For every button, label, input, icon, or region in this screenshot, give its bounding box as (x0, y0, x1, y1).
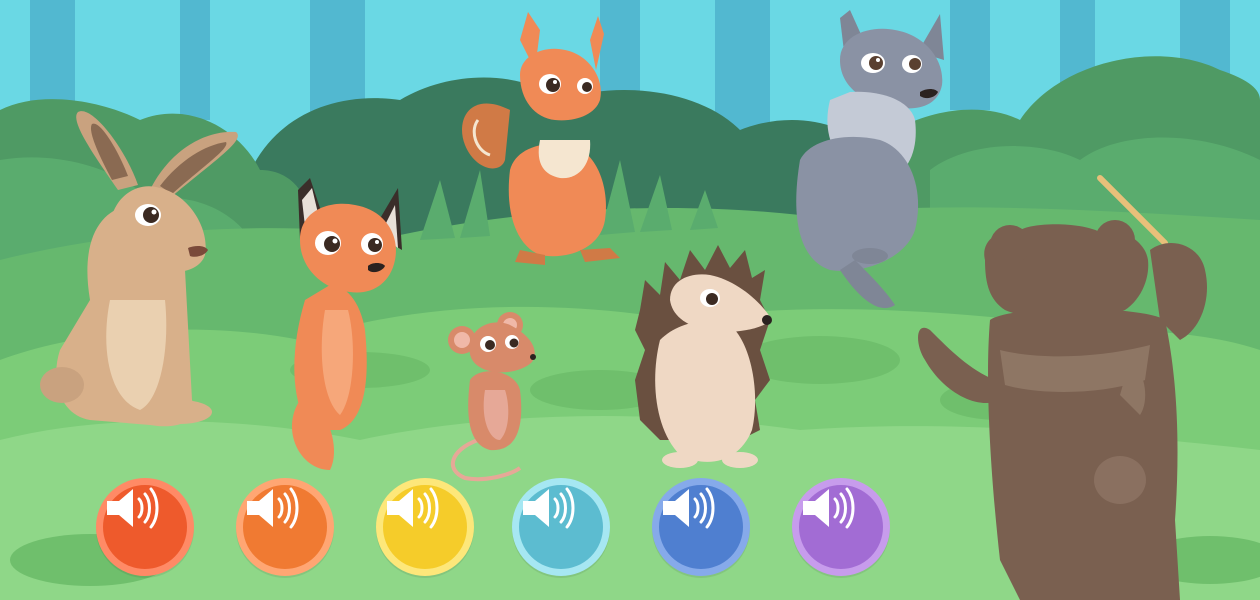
sound-button-hare[interactable] (96, 478, 194, 576)
sound-button-wolf[interactable] (792, 478, 890, 576)
speaker-icon (803, 487, 855, 529)
speaker-icon (523, 487, 575, 529)
speaker-icon (387, 487, 439, 529)
sound-button-fox[interactable] (236, 478, 334, 576)
sound-button-hedgehog[interactable] (652, 478, 750, 576)
speaker-icon (107, 487, 159, 529)
speaker-icon (247, 487, 299, 529)
sound-button-mouse[interactable] (376, 478, 474, 576)
sound-button-squirrel[interactable] (512, 478, 610, 576)
speaker-icon (663, 487, 715, 529)
forest-scene (0, 0, 1260, 600)
